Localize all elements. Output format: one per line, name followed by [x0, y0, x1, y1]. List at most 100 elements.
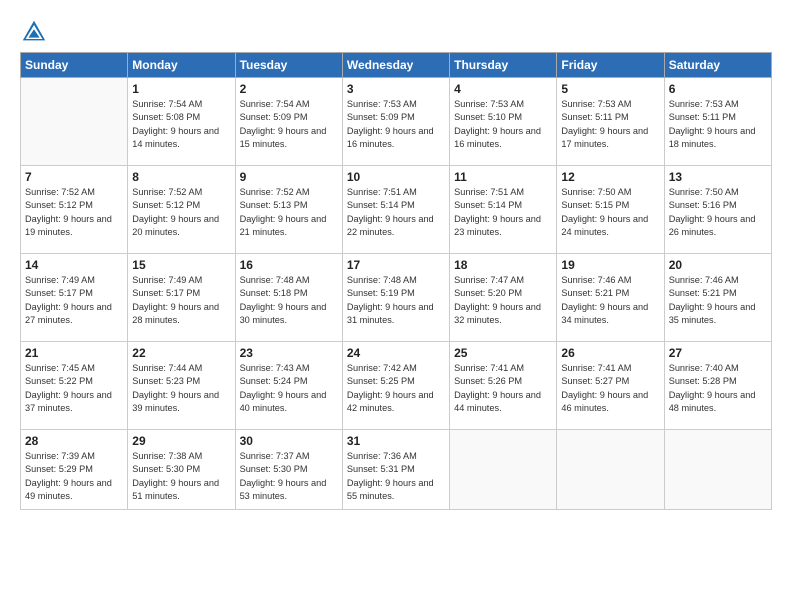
- day-number: 1: [132, 82, 230, 96]
- calendar-cell: 2 Sunrise: 7:54 AMSunset: 5:09 PMDaylight…: [235, 78, 342, 166]
- day-number: 2: [240, 82, 338, 96]
- day-detail: Sunrise: 7:53 AMSunset: 5:10 PMDaylight:…: [454, 98, 552, 151]
- calendar-cell: 28Sunrise: 7:39 AMSunset: 5:29 PMDayligh…: [21, 430, 128, 510]
- calendar-cell: 23 Sunrise: 7:43 AMSunset: 5:24 PMDayligh…: [235, 342, 342, 430]
- day-detail: Sunrise: 7:46 AMSunset: 5:21 PMDaylight:…: [561, 274, 659, 327]
- weekday-header-thursday: Thursday: [450, 53, 557, 78]
- day-number: 26: [561, 346, 659, 360]
- day-detail: Sunrise: 7:53 AMSunset: 5:09 PMDaylight:…: [347, 98, 445, 151]
- day-number: 18: [454, 258, 552, 272]
- calendar: SundayMondayTuesdayWednesdayThursdayFrid…: [20, 52, 772, 510]
- day-number: 20: [669, 258, 767, 272]
- day-number: 31: [347, 434, 445, 448]
- calendar-cell: 31 Sunrise: 7:36 AMSunset: 5:31 PMDayligh…: [342, 430, 449, 510]
- weekday-header-sunday: Sunday: [21, 53, 128, 78]
- day-detail: Sunrise: 7:50 AMSunset: 5:16 PMDaylight:…: [669, 186, 767, 239]
- calendar-cell: 17 Sunrise: 7:48 AMSunset: 5:19 PMDayligh…: [342, 254, 449, 342]
- day-number: 17: [347, 258, 445, 272]
- day-number: 15: [132, 258, 230, 272]
- calendar-cell: 22 Sunrise: 7:44 AMSunset: 5:23 PMDayligh…: [128, 342, 235, 430]
- day-number: 10: [347, 170, 445, 184]
- header: [20, 18, 772, 46]
- day-number: 21: [25, 346, 123, 360]
- calendar-cell: 5Sunrise: 7:53 AMSunset: 5:11 PMDaylight…: [557, 78, 664, 166]
- day-detail: Sunrise: 7:46 AMSunset: 5:21 PMDaylight:…: [669, 274, 767, 327]
- day-detail: Sunrise: 7:54 AMSunset: 5:08 PMDaylight:…: [132, 98, 230, 151]
- weekday-header-row: SundayMondayTuesdayWednesdayThursdayFrid…: [21, 53, 772, 78]
- day-detail: Sunrise: 7:53 AMSunset: 5:11 PMDaylight:…: [669, 98, 767, 151]
- calendar-cell: 18 Sunrise: 7:47 AMSunset: 5:20 PMDayligh…: [450, 254, 557, 342]
- week-row-1: 1 Sunrise: 7:54 AMSunset: 5:08 PMDaylight…: [21, 78, 772, 166]
- calendar-cell: 12Sunrise: 7:50 AMSunset: 5:15 PMDayligh…: [557, 166, 664, 254]
- day-detail: Sunrise: 7:52 AMSunset: 5:12 PMDaylight:…: [132, 186, 230, 239]
- day-detail: Sunrise: 7:37 AMSunset: 5:30 PMDaylight:…: [240, 450, 338, 503]
- day-number: 14: [25, 258, 123, 272]
- week-row-3: 14 Sunrise: 7:49 AMSunset: 5:17 PMDayligh…: [21, 254, 772, 342]
- day-number: 24: [347, 346, 445, 360]
- day-detail: Sunrise: 7:47 AMSunset: 5:20 PMDaylight:…: [454, 274, 552, 327]
- calendar-cell: 8 Sunrise: 7:52 AMSunset: 5:12 PMDaylight…: [128, 166, 235, 254]
- day-detail: Sunrise: 7:49 AMSunset: 5:17 PMDaylight:…: [132, 274, 230, 327]
- calendar-cell: 4 Sunrise: 7:53 AMSunset: 5:10 PMDaylight…: [450, 78, 557, 166]
- calendar-cell: 27 Sunrise: 7:40 AMSunset: 5:28 PMDayligh…: [664, 342, 771, 430]
- day-number: 11: [454, 170, 552, 184]
- day-number: 16: [240, 258, 338, 272]
- week-row-4: 21 Sunrise: 7:45 AMSunset: 5:22 PMDayligh…: [21, 342, 772, 430]
- day-detail: Sunrise: 7:48 AMSunset: 5:19 PMDaylight:…: [347, 274, 445, 327]
- day-detail: Sunrise: 7:52 AMSunset: 5:12 PMDaylight:…: [25, 186, 123, 239]
- calendar-cell: 30Sunrise: 7:37 AMSunset: 5:30 PMDayligh…: [235, 430, 342, 510]
- day-number: 8: [132, 170, 230, 184]
- day-detail: Sunrise: 7:48 AMSunset: 5:18 PMDaylight:…: [240, 274, 338, 327]
- calendar-cell: 1 Sunrise: 7:54 AMSunset: 5:08 PMDaylight…: [128, 78, 235, 166]
- day-number: 27: [669, 346, 767, 360]
- page-container: SundayMondayTuesdayWednesdayThursdayFrid…: [0, 0, 792, 520]
- calendar-cell: 19Sunrise: 7:46 AMSunset: 5:21 PMDayligh…: [557, 254, 664, 342]
- day-number: 6: [669, 82, 767, 96]
- day-number: 13: [669, 170, 767, 184]
- day-detail: Sunrise: 7:41 AMSunset: 5:26 PMDaylight:…: [454, 362, 552, 415]
- calendar-cell: 16 Sunrise: 7:48 AMSunset: 5:18 PMDayligh…: [235, 254, 342, 342]
- calendar-cell: 10 Sunrise: 7:51 AMSunset: 5:14 PMDayligh…: [342, 166, 449, 254]
- calendar-cell: 15 Sunrise: 7:49 AMSunset: 5:17 PMDayligh…: [128, 254, 235, 342]
- calendar-cell: 14Sunrise: 7:49 AMSunset: 5:17 PMDayligh…: [21, 254, 128, 342]
- calendar-cell: 13 Sunrise: 7:50 AMSunset: 5:16 PMDayligh…: [664, 166, 771, 254]
- day-number: 25: [454, 346, 552, 360]
- day-detail: Sunrise: 7:54 AMSunset: 5:09 PMDaylight:…: [240, 98, 338, 151]
- day-number: 29: [132, 434, 230, 448]
- weekday-header-monday: Monday: [128, 53, 235, 78]
- calendar-cell: 9Sunrise: 7:52 AMSunset: 5:13 PMDaylight…: [235, 166, 342, 254]
- day-detail: Sunrise: 7:44 AMSunset: 5:23 PMDaylight:…: [132, 362, 230, 415]
- weekday-header-tuesday: Tuesday: [235, 53, 342, 78]
- logo-icon: [20, 18, 48, 46]
- weekday-header-friday: Friday: [557, 53, 664, 78]
- day-detail: Sunrise: 7:43 AMSunset: 5:24 PMDaylight:…: [240, 362, 338, 415]
- calendar-cell: [450, 430, 557, 510]
- weekday-header-saturday: Saturday: [664, 53, 771, 78]
- day-number: 4: [454, 82, 552, 96]
- day-number: 7: [25, 170, 123, 184]
- calendar-cell: 21 Sunrise: 7:45 AMSunset: 5:22 PMDayligh…: [21, 342, 128, 430]
- day-detail: Sunrise: 7:51 AMSunset: 5:14 PMDaylight:…: [347, 186, 445, 239]
- day-detail: Sunrise: 7:53 AMSunset: 5:11 PMDaylight:…: [561, 98, 659, 151]
- calendar-cell: 20 Sunrise: 7:46 AMSunset: 5:21 PMDayligh…: [664, 254, 771, 342]
- day-detail: Sunrise: 7:42 AMSunset: 5:25 PMDaylight:…: [347, 362, 445, 415]
- week-row-5: 28Sunrise: 7:39 AMSunset: 5:29 PMDayligh…: [21, 430, 772, 510]
- calendar-cell: 6 Sunrise: 7:53 AMSunset: 5:11 PMDaylight…: [664, 78, 771, 166]
- calendar-cell: 11Sunrise: 7:51 AMSunset: 5:14 PMDayligh…: [450, 166, 557, 254]
- day-detail: Sunrise: 7:36 AMSunset: 5:31 PMDaylight:…: [347, 450, 445, 503]
- day-detail: Sunrise: 7:38 AMSunset: 5:30 PMDaylight:…: [132, 450, 230, 503]
- week-row-2: 7 Sunrise: 7:52 AMSunset: 5:12 PMDaylight…: [21, 166, 772, 254]
- calendar-cell: [557, 430, 664, 510]
- day-detail: Sunrise: 7:39 AMSunset: 5:29 PMDaylight:…: [25, 450, 123, 503]
- day-number: 9: [240, 170, 338, 184]
- calendar-cell: 29 Sunrise: 7:38 AMSunset: 5:30 PMDayligh…: [128, 430, 235, 510]
- day-detail: Sunrise: 7:41 AMSunset: 5:27 PMDaylight:…: [561, 362, 659, 415]
- weekday-header-wednesday: Wednesday: [342, 53, 449, 78]
- day-detail: Sunrise: 7:45 AMSunset: 5:22 PMDaylight:…: [25, 362, 123, 415]
- day-detail: Sunrise: 7:40 AMSunset: 5:28 PMDaylight:…: [669, 362, 767, 415]
- calendar-cell: [664, 430, 771, 510]
- day-number: 23: [240, 346, 338, 360]
- calendar-cell: 7 Sunrise: 7:52 AMSunset: 5:12 PMDaylight…: [21, 166, 128, 254]
- day-number: 22: [132, 346, 230, 360]
- logo: [20, 18, 52, 46]
